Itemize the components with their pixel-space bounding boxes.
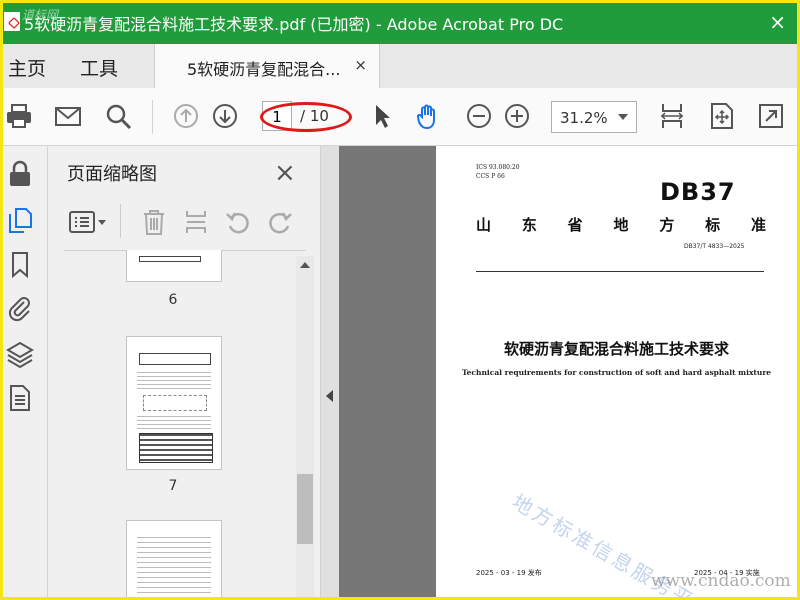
print-icon[interactable]: [5, 102, 33, 130]
panel-scrollbar[interactable]: [296, 256, 314, 598]
select-pointer-icon[interactable]: [368, 102, 396, 130]
window-title: 5软硬沥青复配混合料施工技术要求.pdf (已加密) - Adobe Acrob…: [24, 15, 564, 34]
thumbnail-text-lines: [137, 413, 211, 429]
document-tab-label: 5软硬沥青复配混合...: [187, 60, 341, 79]
heading-char: 方: [659, 216, 675, 234]
left-navigation-rail: [0, 146, 48, 600]
delete-page-icon[interactable]: [140, 208, 168, 236]
thumbnail-options-icon[interactable]: [68, 208, 108, 236]
page-thumbnail[interactable]: [126, 336, 222, 470]
document-icon[interactable]: [6, 384, 34, 412]
heading-char: 东: [521, 216, 537, 234]
fullscreen-icon[interactable]: [757, 102, 785, 130]
page-thumbnail[interactable]: [126, 250, 222, 282]
interactive-fit-icon[interactable]: [708, 102, 736, 130]
province-standard-heading: 山 东 省 地 方 标 准: [476, 214, 766, 235]
rotate-clockwise-icon[interactable]: [266, 208, 294, 236]
header-rule: [476, 271, 764, 272]
zoom-in-icon[interactable]: [503, 102, 531, 130]
document-title-zh: 软硬沥青复配混合料施工技术要求: [503, 340, 729, 358]
fit-width-icon[interactable]: [658, 102, 686, 130]
pages-icon[interactable]: [6, 206, 34, 234]
panel-close-button[interactable]: ×: [274, 158, 296, 188]
collapse-arrow-icon: [326, 390, 333, 402]
window-close-button[interactable]: ×: [769, 10, 786, 34]
acrobat-icon: [4, 12, 20, 31]
menu-home[interactable]: 主页: [8, 54, 46, 81]
scrollbar-thumb[interactable]: [297, 474, 313, 544]
toolbar-separator: [152, 100, 153, 134]
document-tab[interactable]: 5软硬沥青复配混合... ×: [154, 44, 380, 89]
title-bar: 道标网 5软硬沥青复配混合料施工技术要求.pdf (已加密) - Adobe A…: [0, 0, 800, 44]
tab-bar: 主页 工具 5软硬沥青复配混合... ×: [0, 44, 800, 89]
page-thumbnail[interactable]: [126, 520, 222, 600]
toolbar: 1 / 10 31.2%: [0, 88, 800, 146]
rotate-counterclockwise-icon[interactable]: [224, 208, 252, 236]
thumbnail-text-lines: [137, 369, 211, 391]
hand-tool-icon[interactable]: [414, 102, 442, 130]
attachment-icon[interactable]: [6, 294, 34, 322]
extract-page-icon[interactable]: [182, 208, 210, 236]
ccs-code: CCS P 66: [476, 173, 505, 180]
page-thumbnails-panel: 页面缩略图 × 6 7: [48, 146, 320, 600]
thumbnail-table: [139, 353, 211, 365]
heading-char: 准: [750, 216, 766, 234]
page-down-icon[interactable]: [211, 102, 239, 130]
heading-char: 山: [476, 216, 492, 234]
zoom-out-icon[interactable]: [465, 102, 493, 130]
bookmark-icon[interactable]: [6, 250, 34, 279]
document-title-en: Technical requirements for construction …: [461, 368, 772, 377]
chevron-down-icon: [618, 114, 628, 120]
thumbnail-text-lines: [137, 533, 211, 600]
site-watermark: www.cndao.com: [651, 571, 791, 591]
mail-icon[interactable]: [54, 102, 82, 130]
thumbnail-table: [139, 256, 201, 262]
thumbnail-list: 6 7: [48, 250, 298, 600]
zoom-level-select[interactable]: 31.2%: [551, 101, 637, 133]
search-icon[interactable]: [104, 102, 132, 130]
menu-tools[interactable]: 工具: [80, 54, 118, 81]
tab-close-button[interactable]: ×: [354, 56, 367, 74]
pdf-page: ICS 93.080.20 CCS P 66 DB37 山 东 省 地 方 标 …: [436, 146, 797, 600]
standard-logo: DB37: [660, 178, 736, 206]
red-annotation-circle: [260, 102, 352, 132]
panel-title: 页面缩略图: [67, 164, 157, 185]
layers-icon[interactable]: [6, 340, 34, 369]
page-up-icon[interactable]: [172, 102, 200, 130]
heading-char: 省: [567, 216, 583, 234]
ics-code: ICS 93.080.20: [476, 164, 520, 171]
panel-separator: [120, 204, 121, 238]
thumbnail-label: 7: [168, 478, 178, 494]
thumbnail-label: 6: [168, 292, 178, 308]
zoom-level-value: 31.2%: [560, 109, 608, 127]
scroll-up-icon[interactable]: [300, 262, 310, 268]
lock-icon[interactable]: [6, 160, 34, 188]
panel-collapse-handle[interactable]: [320, 146, 339, 600]
standard-code: DB37/T 4833—2025: [684, 243, 745, 250]
issue-date: 2025 - 03 - 19 发布: [476, 569, 542, 577]
document-view[interactable]: ICS 93.080.20 CCS P 66 DB37 山 东 省 地 方 标 …: [339, 146, 800, 600]
heading-char: 地: [613, 216, 629, 234]
panel-toolbar: [48, 198, 320, 250]
thumbnail-table: [139, 433, 213, 463]
heading-char: 标: [705, 216, 721, 234]
thumbnail-diagram: [143, 395, 207, 411]
